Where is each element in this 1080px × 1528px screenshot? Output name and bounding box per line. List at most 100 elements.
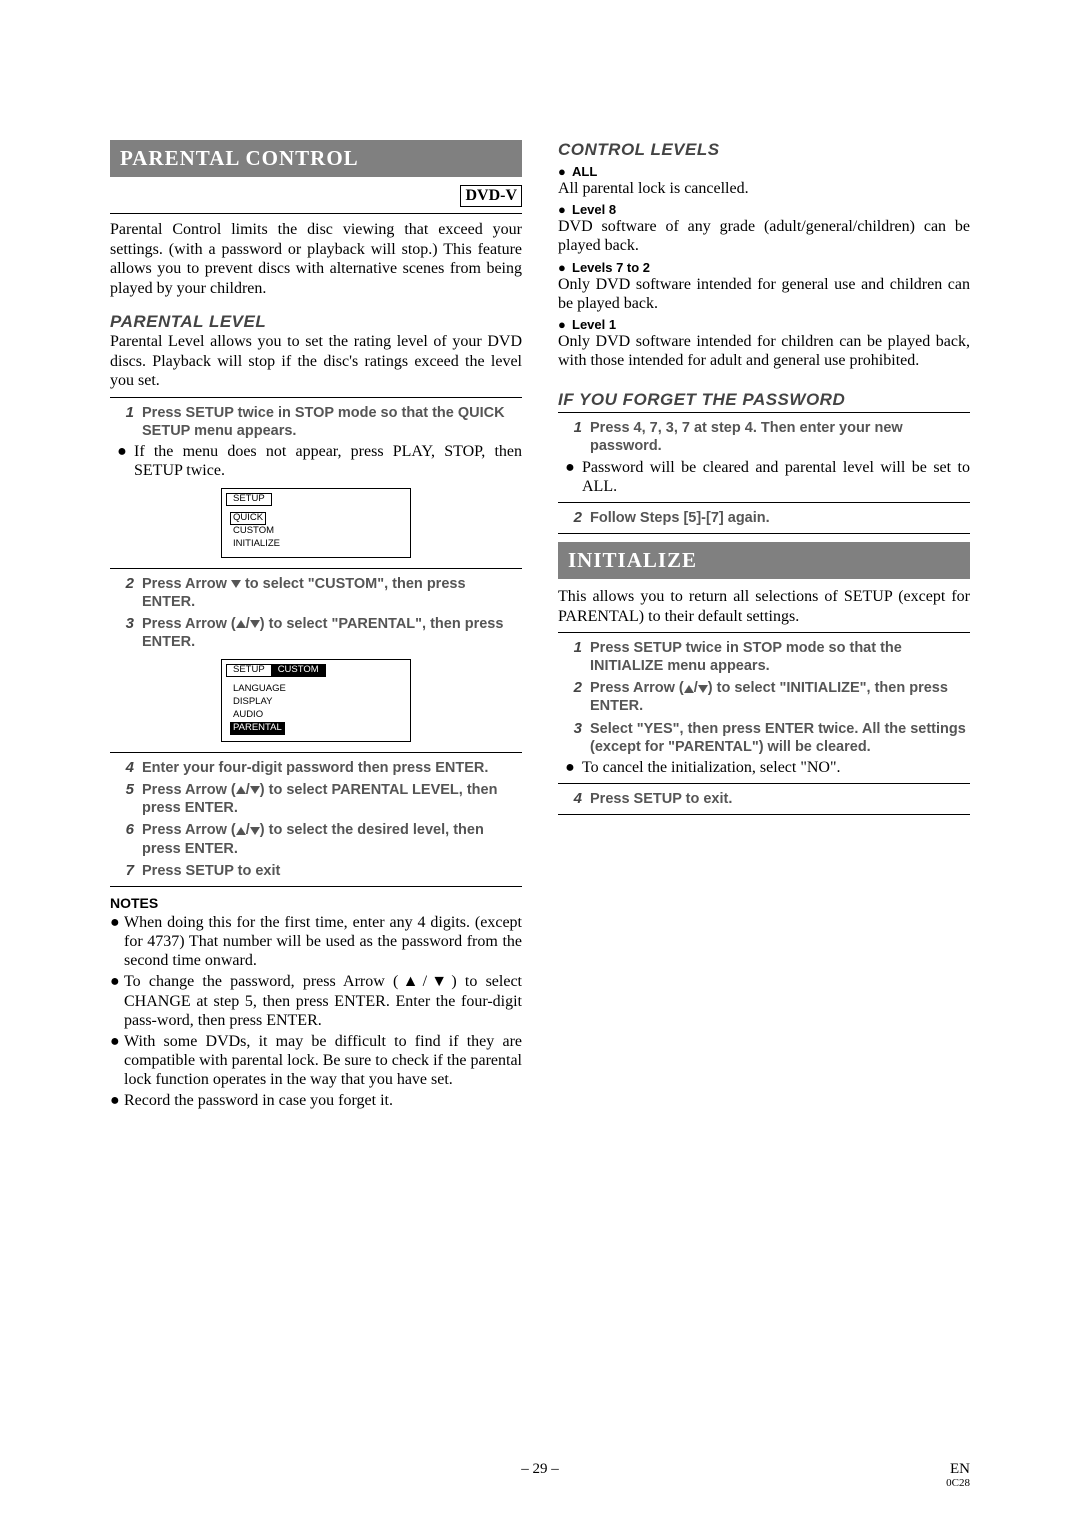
init-sub: ● To cancel the initialization, select "… <box>558 758 970 777</box>
bullet-icon: ● <box>558 317 572 332</box>
down-arrow-icon <box>250 786 260 794</box>
step-text: Press SETUP to exit. <box>590 790 970 808</box>
initialize-body: This allows you to return all selections… <box>558 587 970 626</box>
init-step-3: 3 Select "YES", then press ENTER twice. … <box>558 720 970 756</box>
step-text: Press Arrow to select "CUSTOM", then pre… <box>142 575 522 611</box>
rule <box>558 412 970 413</box>
rule <box>110 213 522 214</box>
page: PARENTAL CONTROL DVD-V Parental Control … <box>0 0 1080 1528</box>
note-text: To change the password, press Arrow (▲/▼… <box>124 972 522 1030</box>
parental-control-heading: PARENTAL CONTROL <box>110 140 522 177</box>
note-text: Record the password in case you forget i… <box>124 1091 522 1110</box>
step-text: Press SETUP to exit <box>142 862 522 880</box>
osd-item: AUDIO <box>230 709 266 722</box>
forget-sub: ● Password will be cleared and parental … <box>558 458 970 496</box>
footer-code: 0C28 <box>946 1477 970 1489</box>
step-7: 7 Press SETUP to exit <box>110 862 522 880</box>
step-1: 1 Press SETUP twice in STOP mode so that… <box>110 404 522 440</box>
osd-item: CUSTOM <box>230 525 277 538</box>
step-sub-text: Password will be cleared and parental le… <box>582 458 970 496</box>
bullet-icon: ● <box>558 202 572 217</box>
parental-level-subhead: PARENTAL LEVEL <box>110 312 522 332</box>
step-text: Press Arrow (/) to select the desired le… <box>142 821 522 857</box>
init-step-2: 2 Press Arrow (/) to select "INITIALIZE"… <box>558 679 970 715</box>
level-desc: Only DVD software intended for children … <box>558 332 970 370</box>
osd-item: DISPLAY <box>230 696 275 709</box>
step-text-part: Press Arrow ( <box>142 822 236 838</box>
right-column: CONTROL LEVELS ●ALL All parental lock is… <box>558 140 970 1111</box>
rule <box>110 397 522 398</box>
level-desc: Only DVD software intended for general u… <box>558 275 970 313</box>
level-label: ●Level 1 <box>558 317 970 332</box>
page-footer: – 29 – EN 0C28 <box>110 1461 970 1478</box>
dvdv-row: DVD-V <box>110 185 522 207</box>
step-text: Press Arrow (/) to select "PARENTAL", th… <box>142 615 522 651</box>
bullet-icon: ● <box>110 913 124 971</box>
page-number: – 29 – <box>110 1461 970 1478</box>
bullet-icon: ● <box>558 758 582 777</box>
osd-graphic-1-wrap: SETUP QUICK CUSTOM INITIALIZE <box>110 488 522 558</box>
osd-tab-selected: CUSTOM <box>271 664 326 677</box>
step-text: Enter your four-digit password then pres… <box>142 759 522 777</box>
step-number: 2 <box>558 679 590 715</box>
level-label-text: Level 8 <box>572 202 616 217</box>
step-text: Press SETUP twice in STOP mode so that t… <box>142 404 522 440</box>
init-step-4: 4 Press SETUP to exit. <box>558 790 970 808</box>
rule <box>558 632 970 633</box>
parental-level-body: Parental Level allows you to set the rat… <box>110 332 522 391</box>
osd-item-selected: PARENTAL <box>230 722 285 735</box>
step-6: 6 Press Arrow (/) to select the desired … <box>110 821 522 857</box>
left-column: PARENTAL CONTROL DVD-V Parental Control … <box>110 140 522 1111</box>
parental-intro-text: Parental Control limits the disc viewing… <box>110 220 522 298</box>
step-sub-text: If the menu does not appear, press PLAY,… <box>134 442 522 480</box>
step-2: 2 Press Arrow to select "CUSTOM", then p… <box>110 575 522 611</box>
step-text-part: Press Arrow ( <box>142 782 236 798</box>
bullet-icon: ● <box>110 1091 124 1110</box>
step-number: 2 <box>558 509 590 527</box>
step-text: Follow Steps [5]-[7] again. <box>590 509 970 527</box>
init-step-1: 1 Press SETUP twice in STOP mode so that… <box>558 639 970 675</box>
note-item: ●Record the password in case you forget … <box>110 1091 522 1110</box>
level-label: ●Levels 7 to 2 <box>558 260 970 275</box>
note-text: When doing this for the first time, ente… <box>124 913 522 971</box>
rule <box>558 533 970 534</box>
down-arrow-icon <box>250 620 260 628</box>
control-levels-subhead: CONTROL LEVELS <box>558 140 970 160</box>
forget-password-subhead: IF YOU FORGET THE PASSWORD <box>558 390 970 410</box>
step-number: 5 <box>110 781 142 817</box>
note-item: ●When doing this for the first time, ent… <box>110 913 522 971</box>
level-label: ●Level 8 <box>558 202 970 217</box>
step-5: 5 Press Arrow (/) to select PARENTAL LEV… <box>110 781 522 817</box>
level-desc: DVD software of any grade (adult/general… <box>558 217 970 255</box>
step-text: Select "YES", then press ENTER twice. Al… <box>590 720 970 756</box>
rule <box>110 568 522 569</box>
step-number: 3 <box>558 720 590 756</box>
step-text-part: Press Arrow ( <box>590 680 684 696</box>
step-text: Press SETUP twice in STOP mode so that t… <box>590 639 970 675</box>
bullet-icon: ● <box>110 442 134 480</box>
rule <box>558 814 970 815</box>
step-3: 3 Press Arrow (/) to select "PARENTAL", … <box>110 615 522 651</box>
osd-item: QUICK <box>230 512 266 525</box>
note-item: ●To change the password, press Arrow (▲/… <box>110 972 522 1030</box>
up-arrow-icon <box>236 786 246 794</box>
dvd-v-badge: DVD-V <box>460 185 522 207</box>
down-arrow-icon <box>231 580 241 588</box>
osd-item: LANGUAGE <box>230 683 289 696</box>
step-4: 4 Enter your four-digit password then pr… <box>110 759 522 777</box>
initialize-heading: INITIALIZE <box>558 542 970 579</box>
step-number: 2 <box>110 575 142 611</box>
step-1-sub: ● If the menu does not appear, press PLA… <box>110 442 522 480</box>
osd-graphic-1: SETUP QUICK CUSTOM INITIALIZE <box>221 488 411 558</box>
step-text: Press Arrow (/) to select PARENTAL LEVEL… <box>142 781 522 817</box>
up-arrow-icon <box>236 827 246 835</box>
step-number: 1 <box>558 419 590 455</box>
level-label: ●ALL <box>558 164 970 179</box>
notes-heading: NOTES <box>110 895 522 911</box>
up-arrow-icon <box>236 620 246 628</box>
step-text-part: Press Arrow <box>142 576 231 592</box>
osd-item: INITIALIZE <box>230 538 283 551</box>
forget-step-2: 2 Follow Steps [5]-[7] again. <box>558 509 970 527</box>
bullet-icon: ● <box>558 458 582 496</box>
step-number: 1 <box>110 404 142 440</box>
